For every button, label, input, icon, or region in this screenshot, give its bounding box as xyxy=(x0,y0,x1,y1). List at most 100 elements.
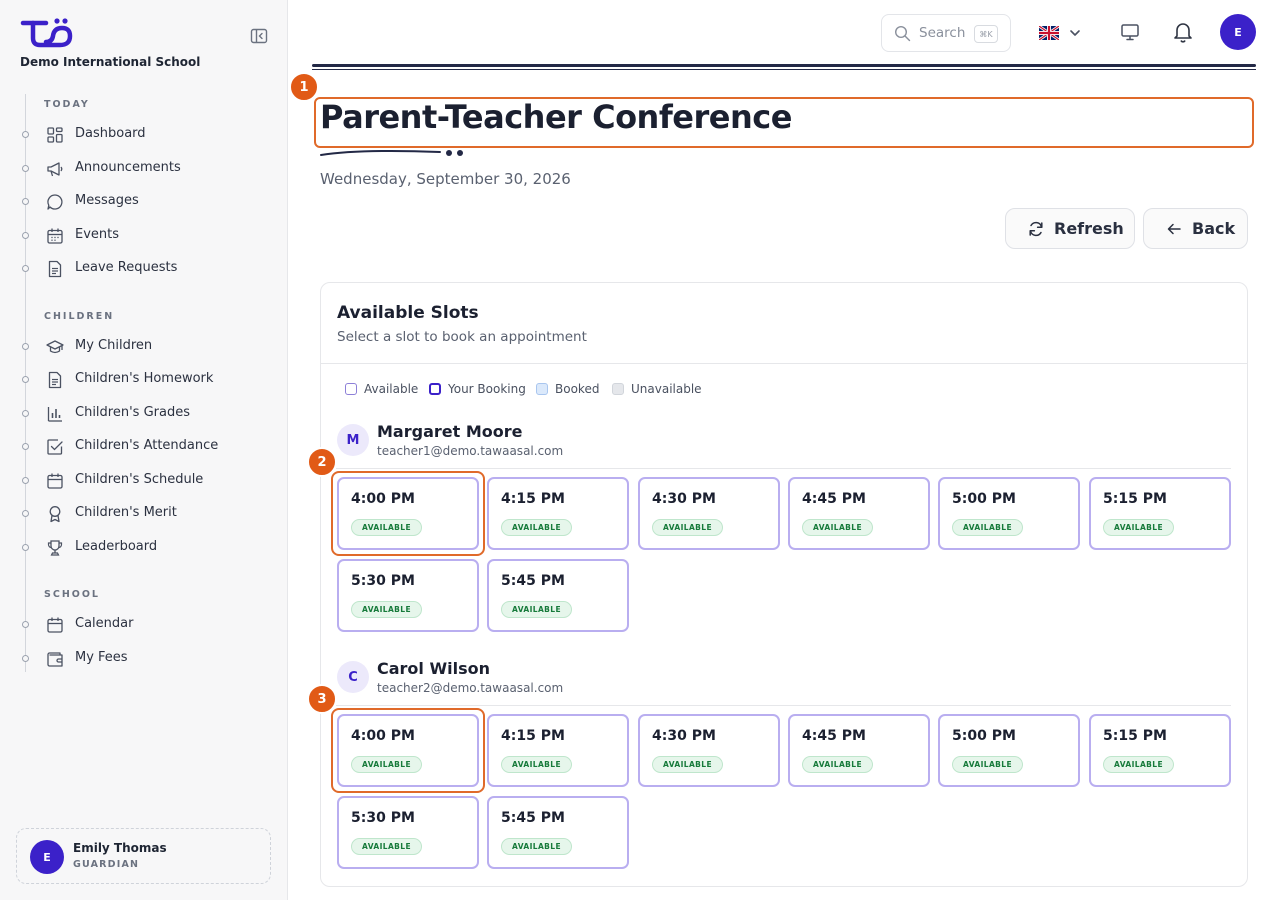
sidebar-item-label: Children's Merit xyxy=(75,505,177,520)
sidebar-item-events[interactable]: Events xyxy=(20,223,270,249)
header-rule xyxy=(312,64,1256,67)
legend-unavailable: Unavailable xyxy=(612,381,702,397)
dashboard-icon xyxy=(47,127,63,143)
search-icon xyxy=(894,25,911,42)
calendar-icon xyxy=(47,228,63,244)
slot-time: 5:30 PM xyxy=(351,573,415,589)
legend-label: Booked xyxy=(555,382,600,396)
language-selector[interactable] xyxy=(1039,24,1087,42)
slot-time: 4:15 PM xyxy=(501,491,565,507)
sidebar-item-my-children[interactable]: My Children xyxy=(20,334,270,360)
sidebar-item-my-fees[interactable]: My Fees xyxy=(20,646,270,672)
sidebar-item-label: Dashboard xyxy=(75,126,146,141)
legend-label: Your Booking xyxy=(448,382,526,396)
wallet-icon xyxy=(47,652,63,667)
user-role: GUARDIAN xyxy=(73,859,140,870)
document-icon xyxy=(48,260,62,278)
sidebar-item-label: Children's Schedule xyxy=(75,472,204,487)
legend-swatch-available xyxy=(345,383,357,395)
time-slot[interactable]: 4:15 PM AVAILABLE xyxy=(487,477,629,550)
section-title-school: SCHOOL xyxy=(44,589,100,600)
sidebar-item-label: Announcements xyxy=(75,160,181,175)
teacher-email: teacher2@demo.tawaasal.com xyxy=(377,681,564,695)
time-slot[interactable]: 5:15 PM AVAILABLE xyxy=(1089,477,1231,550)
teacher-avatar: C xyxy=(337,661,369,693)
annotation-badge-3: 3 xyxy=(307,684,337,714)
time-slot[interactable]: 5:30 PM AVAILABLE xyxy=(337,796,479,869)
time-slot[interactable]: 5:00 PM AVAILABLE xyxy=(938,714,1080,787)
slot-status-badge: AVAILABLE xyxy=(351,838,422,855)
sidebar-item-leaderboard[interactable]: Leaderboard xyxy=(20,535,270,561)
sidebar-item-childrens-attendance[interactable]: Children's Attendance xyxy=(20,434,270,460)
sidebar-item-calendar[interactable]: Calendar xyxy=(20,612,270,638)
back-button[interactable]: Back xyxy=(1143,208,1248,249)
sidebar-item-announcements[interactable]: Announcements xyxy=(20,156,270,182)
time-slot[interactable]: 4:30 PM AVAILABLE xyxy=(638,714,780,787)
sidebar-item-label: Calendar xyxy=(75,616,134,631)
sidebar-item-label: My Fees xyxy=(75,650,128,665)
legend-label: Unavailable xyxy=(631,382,702,396)
megaphone-icon xyxy=(47,162,63,177)
sidebar-item-label: Children's Attendance xyxy=(75,438,219,453)
slot-time: 4:30 PM xyxy=(652,728,716,744)
title-underline-decoration xyxy=(320,150,463,156)
slot-time: 5:15 PM xyxy=(1103,728,1167,744)
slot-status-badge: AVAILABLE xyxy=(802,756,873,773)
award-icon xyxy=(49,506,61,523)
legend-label: Available xyxy=(364,382,419,396)
user-avatar[interactable]: E xyxy=(1220,14,1256,50)
time-slot[interactable]: 4:15 PM AVAILABLE xyxy=(487,714,629,787)
time-slot[interactable]: 5:00 PM AVAILABLE xyxy=(938,477,1080,550)
search-placeholder: Search xyxy=(919,25,966,41)
sidebar-item-childrens-schedule[interactable]: Children's Schedule xyxy=(20,468,270,494)
annotation-badge-1: 1 xyxy=(289,72,319,102)
refresh-button[interactable]: Refresh xyxy=(1005,208,1135,249)
sidebar-item-leave-requests[interactable]: Leave Requests xyxy=(20,256,270,282)
sidebar-item-label: Events xyxy=(75,227,120,242)
legend-swatch-unavailable xyxy=(612,383,624,395)
teacher-name: Carol Wilson xyxy=(377,659,490,678)
legend-swatch-booked xyxy=(536,383,548,395)
time-slot[interactable]: 5:45 PM AVAILABLE xyxy=(487,796,629,869)
slot-time: 5:15 PM xyxy=(1103,491,1167,507)
time-slot[interactable]: 5:45 PM AVAILABLE xyxy=(487,559,629,632)
time-slot[interactable]: 4:45 PM AVAILABLE xyxy=(788,714,930,787)
slot-time: 5:30 PM xyxy=(351,810,415,826)
time-slot[interactable]: 5:30 PM AVAILABLE xyxy=(337,559,479,632)
bar-chart-icon xyxy=(47,407,62,422)
time-slot[interactable]: 5:15 PM AVAILABLE xyxy=(1089,714,1231,787)
sidebar-item-childrens-merit[interactable]: Children's Merit xyxy=(20,501,270,527)
teacher-divider xyxy=(336,705,1231,706)
collapse-sidebar-icon[interactable] xyxy=(250,28,268,44)
school-name: Demo International School xyxy=(20,55,201,69)
slot-time: 5:00 PM xyxy=(952,491,1016,507)
user-profile-card[interactable]: E Emily Thomas GUARDIAN xyxy=(16,828,271,884)
sidebar-item-label: Leave Requests xyxy=(75,260,178,275)
sidebar-item-dashboard[interactable]: Dashboard xyxy=(20,122,270,148)
slot-time: 4:45 PM xyxy=(802,491,866,507)
search-input[interactable]: Search ⌘K xyxy=(881,14,1011,52)
header-rule-thin xyxy=(312,69,1256,70)
time-slot[interactable]: 4:45 PM AVAILABLE xyxy=(788,477,930,550)
teacher-divider xyxy=(336,468,1231,469)
time-slot[interactable]: 4:30 PM AVAILABLE xyxy=(638,477,780,550)
monitor-icon[interactable] xyxy=(1120,22,1140,42)
sidebar-item-messages[interactable]: Messages xyxy=(20,189,270,215)
highlight-box-slot xyxy=(331,708,485,793)
sidebar-item-childrens-homework[interactable]: Children's Homework xyxy=(20,367,270,393)
sidebar: Demo International School TODAY Dashboar… xyxy=(0,0,288,900)
legend-swatch-your-booking xyxy=(429,383,441,395)
teacher-name: Margaret Moore xyxy=(377,422,523,441)
bell-icon[interactable] xyxy=(1172,20,1194,44)
checkbox-icon xyxy=(47,439,63,455)
slot-time: 4:30 PM xyxy=(652,491,716,507)
teacher-avatar: M xyxy=(337,424,369,456)
card-title: Available Slots xyxy=(337,303,479,323)
slot-time: 4:45 PM xyxy=(802,728,866,744)
sidebar-item-label: Messages xyxy=(75,193,139,208)
calendar-icon xyxy=(47,617,63,633)
slot-time: 5:00 PM xyxy=(952,728,1016,744)
app-logo[interactable] xyxy=(20,18,76,48)
sidebar-item-childrens-grades[interactable]: Children's Grades xyxy=(20,401,270,427)
trophy-icon xyxy=(47,540,63,556)
